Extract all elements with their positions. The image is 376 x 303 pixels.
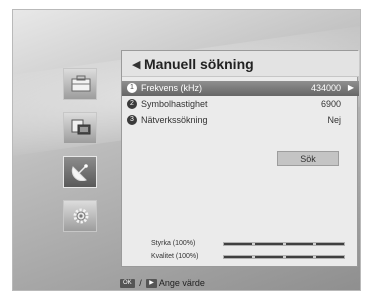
gear-icon xyxy=(73,208,89,224)
page-title: Manuell sökning xyxy=(144,56,254,72)
row-value: 6900 xyxy=(320,99,341,109)
number-badge: 2 xyxy=(127,99,137,109)
number-badge: 3 xyxy=(127,115,137,125)
sidebar-item-media[interactable] xyxy=(63,68,97,100)
level-segment xyxy=(285,256,314,258)
satellite-dish-icon xyxy=(71,164,88,181)
quality-meter: Kvalitet (100%) xyxy=(122,251,359,263)
level-segment xyxy=(224,243,252,245)
level-segment xyxy=(254,243,283,245)
row-value: 434000 xyxy=(310,83,341,93)
strength-meter: Styrka (100%) xyxy=(122,238,359,250)
quality-bar xyxy=(223,255,345,259)
panel-header: ◀ Manuell sökning xyxy=(122,51,359,77)
row-frequency[interactable]: 1 Frekvens (kHz) 434000 ▶ xyxy=(122,81,359,96)
row-label: Symbolhastighet xyxy=(141,99,208,109)
level-segment xyxy=(254,256,283,258)
level-segment xyxy=(316,243,344,245)
screen-icon xyxy=(71,119,91,135)
row-symbol-rate[interactable]: 2 Symbolhastighet 6900 xyxy=(122,97,359,112)
hint-bar: OK / ▶ Ange värde xyxy=(120,278,205,290)
ok-key-icon: OK xyxy=(120,279,135,289)
arrow-key-icon: ▶ xyxy=(146,279,157,289)
search-button[interactable]: Sök xyxy=(277,151,339,166)
number-badge: 1 xyxy=(127,83,137,93)
quality-label: Kvalitet (100%) xyxy=(151,253,199,260)
row-label: Frekvens (kHz) xyxy=(141,83,203,93)
level-segment xyxy=(316,256,344,258)
hint-text: Ange värde xyxy=(158,278,205,288)
row-label: Nätverkssökning xyxy=(141,115,208,125)
folder-icon xyxy=(71,75,91,92)
strength-bar xyxy=(223,242,345,246)
strength-label: Styrka (100%) xyxy=(151,240,196,247)
row-value: Nej xyxy=(327,115,341,125)
screen-frame: ◀ Manuell sökning 1 Frekvens (kHz) 43400… xyxy=(12,9,361,291)
row-network-search[interactable]: 3 Nätverkssökning Nej xyxy=(122,113,359,128)
sidebar-item-picture[interactable] xyxy=(63,112,97,144)
sidebar-item-settings[interactable] xyxy=(63,200,97,232)
back-arrow-icon[interactable]: ◀ xyxy=(132,58,140,71)
sidebar-item-installation[interactable] xyxy=(63,156,97,188)
level-segment xyxy=(285,243,314,245)
manual-search-panel: ◀ Manuell sökning 1 Frekvens (kHz) 43400… xyxy=(121,50,359,267)
hint-separator: / xyxy=(139,278,142,288)
level-segment xyxy=(224,256,252,258)
chevron-right-icon[interactable]: ▶ xyxy=(348,83,354,92)
